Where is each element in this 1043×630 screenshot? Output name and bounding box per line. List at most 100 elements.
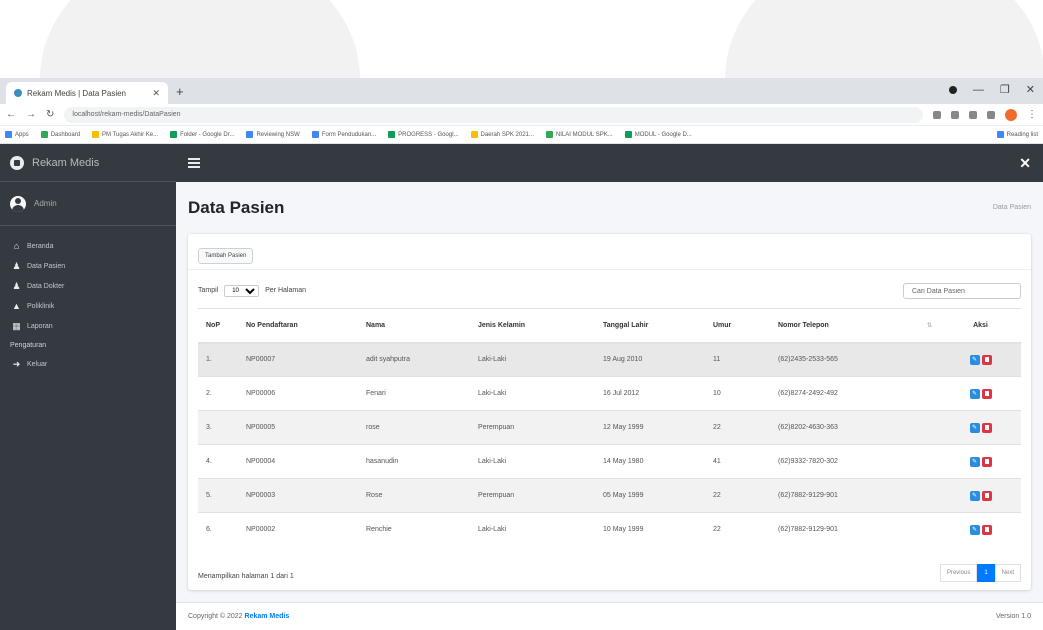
sidebar-item-data-pasien[interactable]: ♟ Data Pasien bbox=[0, 256, 176, 276]
edit-icon[interactable]: ✎ bbox=[969, 524, 980, 535]
edit-icon[interactable]: ✎ bbox=[969, 422, 980, 433]
previous-button[interactable]: Previous bbox=[939, 564, 978, 582]
cell-phone: (62)9332-7820-302 bbox=[770, 444, 940, 479]
cell-no: 5. bbox=[198, 478, 238, 513]
cell-dob: 12 May 1999 bbox=[595, 410, 705, 445]
edit-icon[interactable]: ✎ bbox=[969, 456, 980, 467]
url-input[interactable]: localhost/rekam-medis/DataPasien bbox=[64, 106, 923, 123]
new-tab-icon[interactable]: + bbox=[176, 84, 184, 99]
sidebar: Rekam Medis Admin ⌂ Beranda ♟ Data Pasien … bbox=[0, 144, 176, 630]
delete-icon[interactable] bbox=[981, 490, 992, 501]
bookmark[interactable]: PROGRESS - Googl... bbox=[388, 131, 459, 138]
patient-card: Tambah Pasien Tampil 10 Per Halaman NoP … bbox=[188, 234, 1031, 590]
per-page-label: Per Halaman bbox=[265, 287, 306, 294]
breadcrumb[interactable]: Data Pasien bbox=[993, 204, 1031, 211]
profile-icon[interactable] bbox=[948, 85, 957, 94]
sidebar-item-laporan[interactable]: ▦ Laporan bbox=[0, 316, 176, 336]
sheets-icon bbox=[545, 131, 553, 138]
cell-no: 1. bbox=[198, 342, 238, 377]
table-header-row: NoP No Pendaftaran Nama Jenis Kelamin Ta… bbox=[198, 308, 1021, 344]
version-text: Version 1.0 bbox=[995, 613, 1031, 620]
column-header[interactable]: Nama bbox=[358, 308, 470, 344]
cell-reg: NP00003 bbox=[238, 478, 358, 513]
column-header-phone[interactable]: Nomor Telepon ⇅ bbox=[770, 308, 940, 344]
column-header[interactable]: Umur bbox=[705, 308, 770, 344]
sidebar-item-poliklinik[interactable]: ▲ Poliklinik bbox=[0, 296, 176, 316]
sidebar-item-label: Poliklinik bbox=[27, 302, 55, 310]
sidebar-item-label: Keluar bbox=[27, 360, 48, 368]
puzzle-icon[interactable] bbox=[987, 110, 995, 119]
table-row: 2. NP00006 Fenari Laki-Laki 16 Jul 2012 … bbox=[198, 376, 1021, 411]
sidebar-item-data-dokter[interactable]: ♟ Data Dokter bbox=[0, 276, 176, 296]
column-header[interactable]: Tanggal Lahir bbox=[595, 308, 705, 344]
footer-brand-link[interactable]: Rekam Medis bbox=[245, 613, 290, 620]
cell-dob: 14 May 1980 bbox=[595, 444, 705, 479]
delete-icon[interactable] bbox=[981, 388, 992, 399]
cell-dob: 16 Jul 2012 bbox=[595, 376, 705, 411]
cell-name: adit syahputra bbox=[358, 342, 470, 377]
extension-icon[interactable] bbox=[933, 110, 941, 119]
fullscreen-icon[interactable]: ✕ bbox=[1019, 155, 1031, 172]
menu-toggle-icon[interactable] bbox=[188, 158, 200, 168]
user-panel[interactable]: Admin bbox=[0, 182, 176, 226]
close-window-icon[interactable]: ✕ bbox=[1026, 83, 1035, 96]
profile-avatar-icon[interactable] bbox=[1005, 108, 1017, 121]
address-bar: ← → ↻ localhost/rekam-medis/DataPasien ⋮ bbox=[0, 104, 1043, 126]
user-icon: ♟ bbox=[12, 280, 21, 291]
edit-icon[interactable]: ✎ bbox=[969, 354, 980, 365]
edit-icon[interactable]: ✎ bbox=[969, 490, 980, 501]
maximize-icon[interactable]: ❐ bbox=[1000, 83, 1010, 96]
search-input[interactable] bbox=[903, 283, 1021, 299]
bookmark[interactable]: Dashboard bbox=[40, 131, 80, 138]
delete-icon[interactable] bbox=[981, 354, 992, 365]
cell-reg: NP00004 bbox=[238, 444, 358, 479]
bookmark[interactable]: NILAI MODUL SPK... bbox=[545, 131, 613, 138]
browser-tab[interactable]: Rekam Medis | Data Pasien ✕ bbox=[6, 82, 168, 104]
bookmark[interactable]: PM Tugas Akhir Ke... bbox=[92, 131, 158, 138]
column-header[interactable]: Jenis Kelamin bbox=[470, 308, 595, 344]
sidebar-item-keluar[interactable]: ➜ Keluar bbox=[0, 354, 176, 374]
extension-icon[interactable] bbox=[951, 110, 959, 119]
edit-icon[interactable]: ✎ bbox=[969, 388, 980, 399]
delete-icon[interactable] bbox=[981, 456, 992, 467]
sort-icon: ⇅ bbox=[926, 323, 932, 329]
app: Rekam Medis Admin ⌂ Beranda ♟ Data Pasien … bbox=[0, 144, 1043, 630]
add-patient-button[interactable]: Tambah Pasien bbox=[198, 248, 254, 264]
cell-dob: 10 May 1999 bbox=[595, 512, 705, 547]
column-header[interactable]: No Pendaftaran bbox=[238, 308, 358, 344]
menu-icon[interactable]: ⋮ bbox=[1027, 109, 1037, 120]
delete-icon[interactable] bbox=[981, 422, 992, 433]
cell-name: Rose bbox=[358, 478, 470, 513]
bookmark-label: Folder - Google Dr... bbox=[180, 131, 235, 138]
bookmark[interactable]: MODUL - Google D... bbox=[624, 131, 692, 138]
bookmark[interactable]: Form Pendudukan... bbox=[311, 131, 376, 138]
page-length-select[interactable]: 10 bbox=[224, 285, 260, 297]
cell-no: 4. bbox=[198, 444, 238, 479]
cell-actions: ✎ bbox=[940, 342, 1021, 377]
reading-list[interactable]: Reading list bbox=[996, 131, 1038, 138]
column-header[interactable]: NoP bbox=[198, 308, 238, 344]
bookmark[interactable]: Reviewing NSW bbox=[246, 131, 300, 138]
delete-icon[interactable] bbox=[981, 524, 992, 535]
avatar bbox=[10, 195, 26, 212]
forms-icon bbox=[311, 131, 319, 138]
cell-reg: NP00005 bbox=[238, 410, 358, 445]
brand-link[interactable]: Rekam Medis bbox=[0, 144, 176, 182]
reload-icon[interactable]: ↻ bbox=[46, 109, 54, 120]
page-1-button[interactable]: 1 bbox=[977, 564, 995, 582]
sidebar-item-beranda[interactable]: ⌂ Beranda bbox=[0, 236, 176, 256]
close-tab-icon[interactable]: ✕ bbox=[152, 88, 160, 99]
extension-icon[interactable] bbox=[969, 110, 977, 119]
bookmark[interactable]: Apps bbox=[5, 131, 29, 138]
bookmark[interactable]: Folder - Google Dr... bbox=[170, 131, 234, 138]
copyright-text: Copyright © 2022 bbox=[188, 613, 243, 620]
back-icon[interactable]: ← bbox=[6, 109, 16, 120]
next-button[interactable]: Next bbox=[994, 564, 1021, 582]
report-icon: ▦ bbox=[12, 320, 21, 331]
cell-gender: Laki-Laki bbox=[470, 444, 595, 479]
forward-icon[interactable]: → bbox=[26, 109, 36, 120]
bookmark-label: NILAI MODUL SPK... bbox=[555, 131, 613, 138]
bookmark[interactable]: Daerah SPK 2021... bbox=[470, 131, 534, 138]
table-row: 3. NP00005 rose Perempuan 12 May 1999 22… bbox=[198, 410, 1021, 445]
minimize-icon[interactable]: — bbox=[973, 84, 984, 96]
